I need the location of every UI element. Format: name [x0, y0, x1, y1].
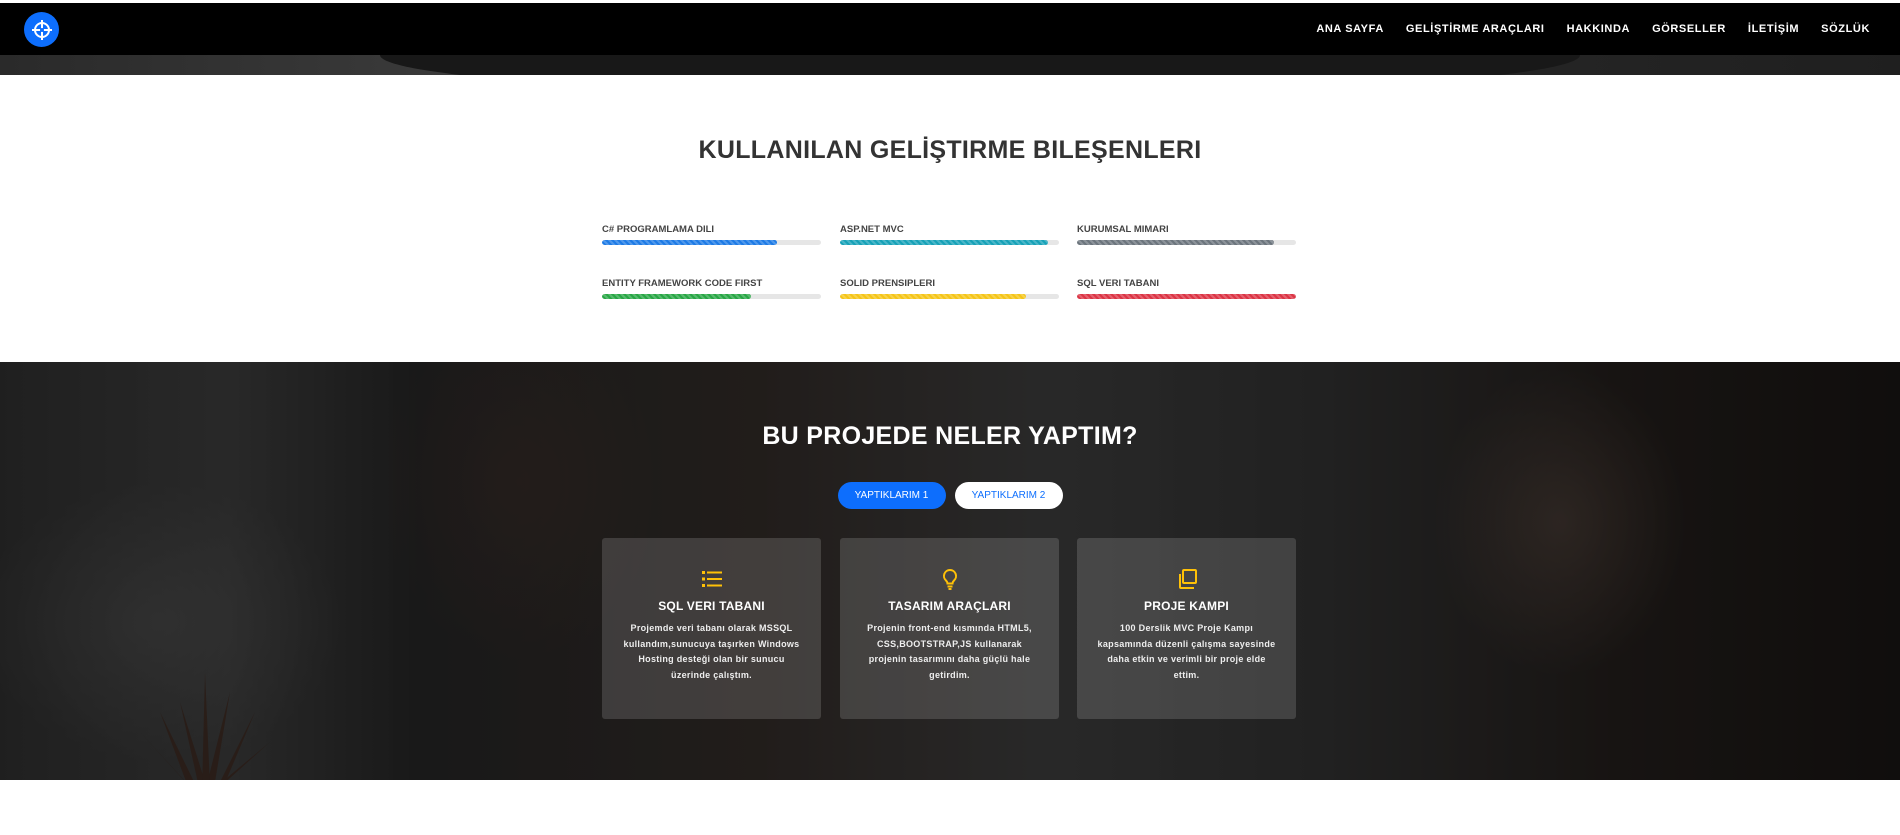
skill-label: SQL VERI TABANI — [1077, 278, 1159, 289]
card-title: PROJE KAMPI — [1144, 599, 1229, 613]
card-text: Projenin front-end kısmında HTML5, CSS,B… — [867, 623, 1032, 680]
nav-item-gorseller[interactable]: GÖRSELLER — [1652, 23, 1726, 35]
nav-item-hakkinda[interactable]: HAKKINDA — [1567, 23, 1630, 35]
skill-entity-framework: ENTITY FRAMEWORK CODE FIRST — [602, 278, 821, 299]
project-card-camp: PROJE KAMPI 100 Derslik MVC Proje Kampı … — [1077, 538, 1296, 719]
skill-aspnet-mvc: ASP.NET MVC — [840, 224, 1059, 245]
card-text: 100 Derslik MVC Proje Kampı kapsamında d… — [1097, 623, 1276, 680]
skill-progress-track — [840, 240, 1059, 245]
list-icon — [701, 568, 723, 590]
skill-kurumsal-mimari: KURUMSAL MIMARI — [1077, 224, 1296, 245]
skill-progress-fill — [840, 240, 1049, 245]
navbar: ANA SAYFA GELİŞTİRME ARAÇLARI HAKKINDA G… — [0, 0, 1900, 55]
skill-progress-fill — [840, 294, 1027, 299]
nav-item-iletisim[interactable]: İLETİŞİM — [1748, 23, 1799, 35]
projects-title: BU PROJEDE NELER YAPTIM? — [762, 422, 1138, 450]
skill-progress-track — [1077, 294, 1296, 299]
skill-progress-fill — [602, 294, 751, 299]
tab-yaptiklarim-1[interactable]: YAPTIKLARIM 1 — [837, 482, 946, 509]
skill-progress-fill — [602, 240, 778, 245]
skill-progress-track — [840, 294, 1059, 299]
logo-crosshair-icon[interactable] — [24, 12, 59, 47]
skill-progress-fill — [1077, 294, 1296, 299]
skill-sql: SQL VERI TABANI — [1077, 278, 1296, 299]
plant-decoration-icon — [140, 672, 270, 780]
skill-label: ASP.NET MVC — [840, 224, 904, 235]
skill-progress-track — [602, 294, 821, 299]
skill-csharp: C# PROGRAMLAMA DILI — [602, 224, 821, 245]
skill-label: ENTITY FRAMEWORK CODE FIRST — [602, 278, 763, 289]
nav-menu: ANA SAYFA GELİŞTİRME ARAÇLARI HAKKINDA G… — [1316, 3, 1870, 55]
lightbulb-icon — [939, 568, 961, 590]
card-title: TASARIM ARAÇLARI — [888, 599, 1011, 613]
next-section-start — [0, 780, 1900, 835]
projects-section: BU PROJEDE NELER YAPTIM? YAPTIKLARIM 1 Y… — [0, 362, 1900, 780]
skill-label: SOLID PRENSIPLERI — [840, 278, 936, 289]
skill-solid: SOLID PRENSIPLERI — [840, 278, 1059, 299]
skill-label: C# PROGRAMLAMA DILI — [602, 224, 715, 235]
card-title: SQL VERI TABANI — [658, 599, 765, 613]
skills-section: KULLANILAN GELİŞTIRME BILEŞENLERI C# PRO… — [0, 75, 1900, 362]
skill-progress-track — [1077, 240, 1296, 245]
project-tabs: YAPTIKLARIM 1 YAPTIKLARIM 2 — [0, 482, 1900, 509]
project-card-sql: SQL VERI TABANI Projemde veri tabanı ola… — [602, 538, 821, 719]
nav-item-gelistirme-araclari[interactable]: GELİŞTİRME ARAÇLARI — [1406, 23, 1545, 35]
skill-label: KURUMSAL MIMARI — [1077, 224, 1169, 235]
skill-progress-track — [602, 240, 821, 245]
skill-progress-fill — [1077, 240, 1275, 245]
card-text: Projemde veri tabanı olarak MSSQL kullan… — [623, 623, 800, 680]
hero-background-strip — [0, 55, 1900, 75]
nav-item-sozluk[interactable]: SÖZLÜK — [1821, 23, 1870, 35]
skills-title: KULLANILAN GELİŞTIRME BILEŞENLERI — [698, 136, 1202, 164]
nav-item-ana-sayfa[interactable]: ANA SAYFA — [1316, 23, 1384, 35]
project-card-design: TASARIM ARAÇLARI Projenin front-end kısm… — [840, 538, 1059, 719]
tab-yaptiklarim-2[interactable]: YAPTIKLARIM 2 — [954, 482, 1063, 509]
copy-icon — [1176, 568, 1198, 590]
